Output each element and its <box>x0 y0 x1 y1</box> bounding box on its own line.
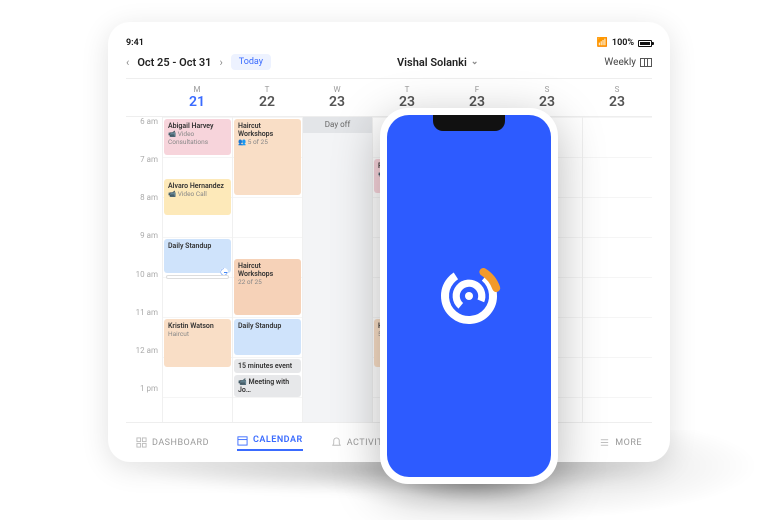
user-selector[interactable]: Vishal Solanki ⌄ <box>397 56 478 69</box>
day-column: Abigail Harvey📹 Video Consultations Alvar… <box>162 117 232 422</box>
event-title: Alvaro Hernandez <box>168 182 227 190</box>
event-title: 📹 Meeting with Jo… <box>238 378 297 394</box>
view-mode-toggle[interactable]: Weekly <box>604 57 652 68</box>
day-number: 22 <box>232 94 302 110</box>
hour-label: 6 am <box>126 117 162 155</box>
next-week-button[interactable]: › <box>219 56 222 69</box>
hour-label: 7 am <box>126 155 162 193</box>
app-logo-icon <box>429 256 509 336</box>
day-of-week: M <box>162 85 232 94</box>
day-header[interactable]: S23 <box>582 79 652 116</box>
calendar-event[interactable]: Haircut Workshops22 of 25 <box>234 259 301 315</box>
day-of-week: T <box>372 85 442 94</box>
day-header-row: M21T22W23T23F23S23S23 <box>126 78 652 117</box>
battery-icon <box>638 40 652 47</box>
columns-icon <box>640 58 652 67</box>
event-title: Daily Standup <box>168 242 227 250</box>
time-axis: 6 am7 am8 am9 am10 am11 am12 am1 pm <box>126 117 162 422</box>
phone-device <box>380 108 558 484</box>
day-off-banner: Day off <box>303 117 372 133</box>
hour-label: 1 pm <box>126 384 162 422</box>
day-of-week: S <box>512 85 582 94</box>
status-bar: 9:41 📶 100% <box>126 38 652 48</box>
day-of-week: S <box>582 85 652 94</box>
event-subtitle: 👥 5 of 25 <box>238 138 297 146</box>
nav-calendar-label: CALENDAR <box>253 435 303 445</box>
status-time: 9:41 <box>126 38 144 48</box>
nav-dashboard[interactable]: DASHBOARD <box>136 435 209 451</box>
bell-icon <box>331 437 342 448</box>
day-column: Day off <box>302 117 372 422</box>
event-title: Haircut Workshops <box>238 262 297 278</box>
user-name: Vishal Solanki <box>397 56 467 69</box>
event-title: Abigail Harvey <box>168 122 227 130</box>
phone-notch <box>433 115 505 131</box>
calendar-event[interactable]: Abigail Harvey📹 Video Consultations <box>164 119 231 155</box>
event-subtitle: 22 of 25 <box>238 278 297 286</box>
event-title: Daily Standup <box>238 322 297 330</box>
day-number: 21 <box>162 94 232 110</box>
chevron-down-icon: ⌄ <box>471 57 479 67</box>
calendar-event[interactable]: Alvaro Hernandez📹 Video Call <box>164 179 231 215</box>
day-header[interactable]: W23 <box>302 79 372 116</box>
hour-label: 10 am <box>126 270 162 308</box>
hour-label: 9 am <box>126 231 162 269</box>
day-header[interactable]: M21 <box>162 79 232 116</box>
dashboard-icon <box>136 437 147 448</box>
day-header[interactable]: T22 <box>232 79 302 116</box>
wifi-icon: 📶 <box>597 38 608 48</box>
prev-week-button[interactable]: ‹ <box>126 56 129 69</box>
day-of-week: F <box>442 85 512 94</box>
battery-percent: 100% <box>612 38 634 48</box>
nav-dashboard-label: DASHBOARD <box>152 438 209 448</box>
hour-label: 8 am <box>126 193 162 231</box>
today-button[interactable]: Today <box>231 54 271 70</box>
calendar-header: ‹ Oct 25 - Oct 31 › Today Vishal Solanki… <box>126 54 652 70</box>
calendar-event[interactable]: 15 minutes event <box>234 359 301 373</box>
nav-more-label: MORE <box>615 438 642 448</box>
event-subtitle: 📹 Video Call <box>168 190 227 198</box>
day-column <box>582 117 652 422</box>
day-column: Haircut Workshops👥 5 of 25Haircut Worksh… <box>232 117 302 422</box>
day-number: 23 <box>302 94 372 110</box>
calendar-icon <box>237 435 248 446</box>
calendar-event[interactable]: 📹 Meeting with Jo… <box>234 375 301 397</box>
phone-screen <box>387 115 551 477</box>
day-number: 23 <box>582 94 652 110</box>
google-icon <box>219 267 229 419</box>
day-of-week: T <box>232 85 302 94</box>
event-subtitle: 📹 Video Consultations <box>168 130 227 146</box>
hour-label: 11 am <box>126 308 162 346</box>
calendar-event[interactable]: Daily Standup <box>234 319 301 355</box>
date-range[interactable]: Oct 25 - Oct 31 <box>137 56 211 69</box>
day-of-week: W <box>302 85 372 94</box>
nav-calendar[interactable]: CALENDAR <box>237 435 303 451</box>
menu-icon <box>599 437 610 448</box>
event-title: Haircut Workshops <box>238 122 297 138</box>
hour-label: 12 am <box>126 346 162 384</box>
nav-more[interactable]: MORE <box>599 437 642 448</box>
calendar-event[interactable]: Haircut Workshops👥 5 of 25 <box>234 119 301 195</box>
view-mode-label: Weekly <box>604 57 636 68</box>
event-title: 15 minutes event <box>238 362 297 370</box>
